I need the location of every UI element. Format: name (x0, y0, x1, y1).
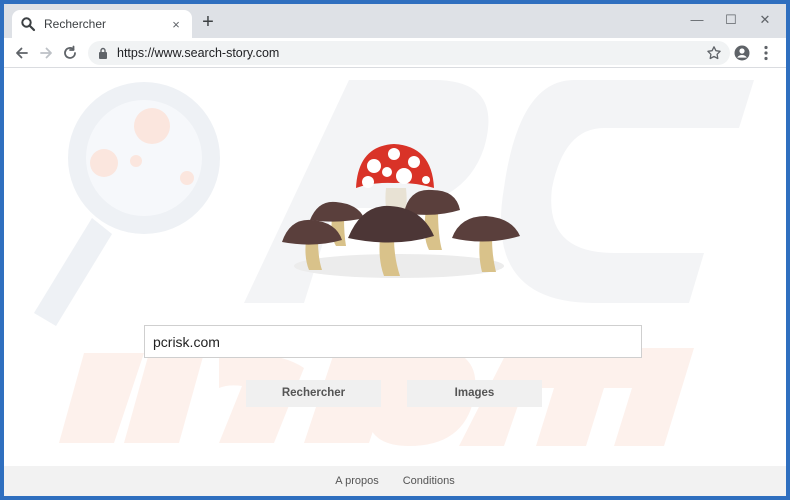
search-icon (21, 17, 36, 32)
tab-title: Rechercher (44, 17, 107, 31)
tab-close-icon[interactable]: × (168, 17, 184, 32)
menu-icon[interactable] (756, 43, 776, 63)
search-input[interactable] (144, 325, 642, 358)
url-text[interactable]: https://www.search-story.com (117, 46, 706, 60)
tab-strip: Rechercher × + — ☐ ✕ (4, 4, 786, 38)
footer: A propos Conditions (4, 466, 786, 496)
close-window-button[interactable]: ✕ (750, 10, 780, 32)
page-content: Rechercher Images A propos Conditions (4, 68, 786, 496)
lock-icon (99, 47, 107, 59)
terms-link[interactable]: Conditions (403, 475, 455, 487)
minimize-button[interactable]: — (682, 10, 712, 32)
address-bar[interactable]: https://www.search-story.com (88, 41, 730, 65)
reload-icon[interactable] (60, 43, 80, 63)
back-icon[interactable] (12, 43, 32, 63)
images-button[interactable]: Images (407, 380, 542, 407)
account-icon[interactable] (732, 43, 752, 63)
rechercher-button[interactable]: Rechercher (246, 380, 381, 407)
star-icon[interactable] (706, 45, 722, 61)
new-tab-button[interactable]: + (198, 12, 218, 33)
maximize-button[interactable]: ☐ (716, 10, 746, 32)
mushroom-illustration (282, 144, 520, 278)
browser-toolbar: https://www.search-story.com (4, 38, 786, 68)
browser-window: Rechercher × + — ☐ ✕ https://www.search-… (4, 4, 786, 496)
about-link[interactable]: A propos (335, 475, 378, 487)
tab-rechercher[interactable]: Rechercher × (12, 10, 192, 38)
forward-icon[interactable] (36, 43, 56, 63)
